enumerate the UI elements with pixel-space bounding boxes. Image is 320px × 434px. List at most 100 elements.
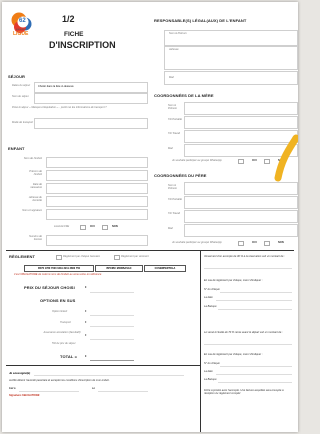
signature-divider [6,365,200,366]
titulaire-tag: CCSERPERTOLA [144,265,186,272]
acompte-banque: La Banque [204,305,217,308]
option-2-field[interactable] [90,339,134,340]
solde-cheque-field[interactable] [220,366,292,367]
certifie-text: certifie détenir l'autorité parentale et… [9,379,110,382]
soussigne-label: Je soussigné(e) [9,371,31,375]
mere-portable-field[interactable] [184,116,298,129]
soussigne-field[interactable] [34,375,184,376]
enfant-nom-label: Nom de l'enfant [23,157,42,160]
mere-whatsapp-non-checkbox[interactable] [264,159,270,164]
acompte-cheque-num: N° du chèque [204,288,220,291]
solde-amount-field[interactable] [204,344,292,345]
mere-portable-label: Tél Portable [168,118,182,121]
page-number: 1/2 [62,14,75,24]
solde-banque-field[interactable] [218,382,292,383]
option-1-field[interactable] [90,326,134,327]
page-title: D'INSCRIPTION [49,40,116,50]
pere-whatsapp-oui-checkbox[interactable] [238,241,244,246]
pere-whatsapp-non: NON [278,241,284,244]
logo-number: 62 [19,18,26,24]
cheque-checkbox[interactable] [56,255,62,260]
licence-oui-checkbox[interactable] [80,225,86,230]
pere-whatsapp-non-checkbox[interactable] [264,241,270,246]
virement-option: Règlement par virement [121,255,149,258]
option-2-label: Assurance annulation (facultatif) [43,331,81,334]
solde-date: La date [204,370,213,373]
signature-area[interactable] [9,400,194,428]
mere-heading: COORDONNÉES DE LA MÈRE [154,93,214,98]
licence-non-label: NON [112,225,118,228]
prix-label: PRIX DU SÉJOUR CHOISI [24,285,75,290]
pere-mail-label: Mail [168,227,173,230]
ligue-logo: 62 jeunesse LIGUE [11,11,35,37]
licence-non-checkbox[interactable] [102,225,108,230]
option-1-label: Transport [60,321,71,324]
acompte-cheque-field[interactable] [220,292,292,293]
sejour-nom-field[interactable] [34,93,148,104]
enfant-nom-field[interactable] [46,157,148,168]
pere-whatsapp-label: Je souhaite participer au groupe WhatsAp… [172,241,222,244]
fait-a-field[interactable] [19,391,79,392]
mere-nom-field[interactable] [184,102,298,115]
acompte-check-note: En cas de règlement par chèque, merci d'… [204,279,263,282]
date-label: Le [92,387,95,390]
enfant-naissance-field[interactable] [46,183,148,194]
solde-intro: Le versé le Solde de 70 % remis avant le… [204,331,283,334]
sejour-mode-field[interactable] [34,118,148,129]
mere-whatsapp-oui-checkbox[interactable] [238,159,244,164]
cheque-option: Règlement par chèque bancaire [63,255,100,258]
sejour-dates-label: Dates du séjour [12,84,31,87]
pere-mail-field[interactable] [184,224,298,237]
pere-travail-field[interactable] [184,210,298,223]
responsables-address-field[interactable]: Adresse [164,46,298,70]
enfant-prenom-field[interactable] [46,170,148,181]
iban-tag: FR76 1780 7000 0419 3211 2860 750 [24,265,94,272]
option-0-euro: € [85,310,87,313]
option-0-label: Option linkert [52,310,68,313]
total-field[interactable] [90,360,134,361]
licence-label: Licencié FFE [54,225,70,228]
licence-numero-field[interactable] [46,235,148,246]
mere-whatsapp-oui: OUI [252,159,257,162]
option-0-field[interactable] [90,315,134,316]
pere-nom-label: Nom & Prénom [168,184,178,190]
reglement-heading: RÈGLEMENT [9,254,36,259]
sejour-mode-label: Mode de transport [12,121,34,124]
column-divider [200,250,201,432]
virement-checkbox[interactable] [114,255,120,260]
acompte-amount-field[interactable] [204,268,292,269]
enfant-prenom-label: Prénom de l'enfant [29,170,42,176]
pere-portable-field[interactable] [184,196,298,209]
mere-travail-label: Tél Travail [168,132,180,135]
prix-field[interactable] [90,292,134,293]
options-heading: OPTIONS EN SUS [40,298,76,303]
mere-mail-label: Mail [168,147,173,150]
solde-check-note: En cas de règlement par chèque, merci d'… [204,353,263,356]
pere-whatsapp-oui: OUI [252,241,257,244]
responsables-heading: RESPONSABLE(S) LÉGAL(AUX) DE L'ENFANT [154,18,247,23]
bic-tag: BPCIBC MODBASAC [95,265,143,272]
solde-cheque-num: N° du chèque [204,362,220,365]
enfant-heading: ENFANT [8,146,25,151]
fait-a-label: Fait à [9,387,16,390]
registration-form-page: 62 jeunesse LIGUE 1/2 FICHE D'INSCRIPTIO… [2,2,298,432]
total-label: TOTAL = [60,354,78,359]
acompte-date-field[interactable] [216,300,292,301]
responsables-mail-field[interactable]: Mail [164,71,298,85]
facture-note: Fiche à joindre avec l'acompte. Une fact… [204,389,284,396]
option-2-euro: € [85,334,87,337]
sejour-transport-question: Prise le séjour « Manque et Equitation »… [12,106,107,109]
sejour-dates-select[interactable]: Choisir dans la liste ci-dessous [34,82,148,93]
date-field[interactable] [98,391,148,392]
responsables-name-field[interactable]: Nom & Prénom [164,30,298,46]
mere-whatsapp-label: Je souhaite participer au groupe WhatsAp… [172,159,222,162]
licence-numero-label: Numéro de licence [29,235,42,241]
acompte-banque-field[interactable] [218,309,292,310]
signature-label: Signature OBLIGATOIRE [9,394,40,397]
enfant-signature-field[interactable] [46,209,148,220]
pere-nom-field[interactable] [184,182,298,195]
obligatoire-note: Il est OBLIGATOIRE de noter le nom de l'… [14,273,102,276]
solde-date-field[interactable] [216,374,292,375]
enfant-adresse-field[interactable] [46,196,148,207]
solde-banque: La Banque [204,378,217,381]
